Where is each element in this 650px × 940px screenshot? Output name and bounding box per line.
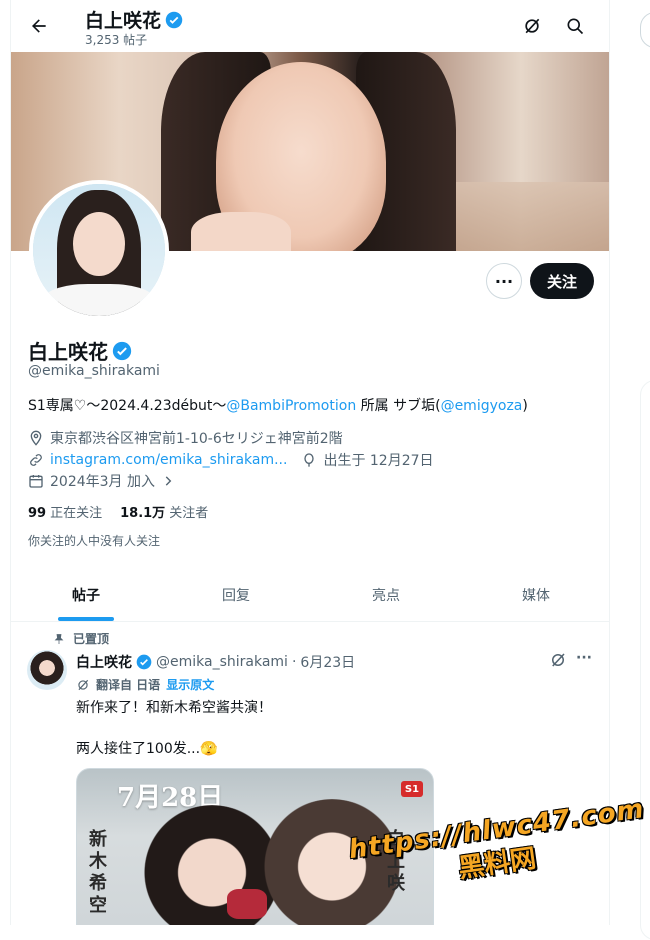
joined-row[interactable]: 2024年3月 加入 bbox=[28, 471, 175, 491]
tweet-text-line2: 两人接住了100发...🫣 bbox=[76, 741, 218, 757]
verified-badge-icon bbox=[136, 654, 152, 670]
tweet-author-handle[interactable]: @emika_shirakami bbox=[156, 654, 288, 670]
tweet-more-icon[interactable]: ··· bbox=[576, 650, 592, 666]
balloon-icon bbox=[304, 453, 315, 467]
more-options-button[interactable]: ··· bbox=[486, 263, 522, 299]
more-options-icon: ··· bbox=[494, 271, 514, 291]
profile-tabs: 帖子 回复 亮点 媒体 bbox=[11, 568, 609, 622]
tab-highlights[interactable]: 亮点 bbox=[311, 568, 461, 621]
grok-icon[interactable] bbox=[520, 14, 544, 38]
separator-dot: · bbox=[291, 654, 297, 670]
pinned-indicator: 已置顶 bbox=[53, 630, 109, 647]
back-arrow-icon[interactable] bbox=[25, 12, 53, 40]
header-name-text: 白上咲花 bbox=[85, 10, 162, 32]
birthday-text: 出生于 12月27日 bbox=[323, 453, 434, 469]
profile-name: 白上咲花 bbox=[28, 336, 132, 365]
tweet-date[interactable]: 6月23日 bbox=[300, 652, 355, 672]
search-icon[interactable] bbox=[563, 14, 587, 38]
location-text: 東京都渋谷区神宮前1-10-6セリジェ神宮前2階 bbox=[50, 431, 343, 447]
link-birthday-row: instagram.com/emika_shirakam... 出生于 12月2… bbox=[28, 450, 434, 470]
followers-count: 18.1万 bbox=[120, 506, 166, 521]
location-row: 東京都渋谷区神宮前1-10-6セリジェ神宮前2階 bbox=[28, 428, 343, 448]
follow-stats: 99 正在关注 18.1万 关注者 bbox=[28, 502, 208, 521]
translation-row: 翻译自 日语 显示原文 bbox=[76, 676, 214, 693]
bio-text: 所属 サブ垢( bbox=[356, 398, 441, 414]
profile-avatar[interactable] bbox=[29, 180, 169, 320]
tweet-text-line1: 新作来了！和新木希空酱共演！ bbox=[76, 700, 272, 716]
calendar-icon bbox=[29, 475, 43, 488]
bio-text: S1専属♡〜2024.4.23début〜 bbox=[28, 398, 227, 414]
profile-name-text: 白上咲花 bbox=[28, 340, 108, 364]
header-name: 白上咲花 bbox=[85, 6, 183, 33]
tab-posts[interactable]: 帖子 bbox=[11, 568, 161, 621]
tab-media[interactable]: 媒体 bbox=[461, 568, 609, 621]
profile-column: 白上咲花 3,253 帖子 ··· 关注 白上咲花 @emika_shiraka… bbox=[10, 0, 610, 925]
joined-text: 2024年3月 加入 bbox=[50, 474, 155, 490]
bio-mention-link[interactable]: @emigyoza bbox=[441, 398, 523, 414]
search-box-partial[interactable] bbox=[640, 12, 650, 48]
following-stat[interactable]: 99 正在关注 bbox=[28, 502, 102, 521]
media-left-name: 新木希空 bbox=[89, 829, 107, 916]
location-pin-icon bbox=[30, 430, 42, 446]
followers-stat[interactable]: 18.1万 关注者 bbox=[120, 502, 208, 521]
bio-text: ) bbox=[522, 398, 528, 414]
tab-replies[interactable]: 回复 bbox=[161, 568, 311, 621]
chevron-right-icon bbox=[165, 476, 172, 486]
media-logo: S1 bbox=[401, 781, 423, 797]
followers-label: 关注者 bbox=[169, 506, 209, 521]
tweet-avatar[interactable] bbox=[27, 650, 67, 690]
show-original-link[interactable]: 显示原文 bbox=[166, 676, 214, 693]
translate-icon bbox=[78, 679, 89, 690]
bio-mention-link[interactable]: @BambiPromotion bbox=[226, 398, 356, 414]
profile-bio: S1専属♡〜2024.4.23début〜@BambiPromotion 所属 … bbox=[28, 395, 528, 415]
pinned-label: 已置顶 bbox=[73, 632, 110, 646]
verified-badge-icon bbox=[112, 341, 132, 360]
follow-button[interactable]: 关注 bbox=[530, 263, 594, 299]
top-header: 白上咲花 3,253 帖子 bbox=[11, 0, 609, 52]
following-count: 99 bbox=[28, 506, 47, 521]
post-count: 3,253 帖子 bbox=[85, 33, 148, 47]
pin-icon bbox=[54, 633, 64, 644]
translated-from-label: 翻译自 日语 bbox=[96, 678, 161, 692]
tweet-header: 白上咲花 @emika_shirakami · 6月23日 bbox=[76, 652, 355, 672]
profile-handle: @emika_shirakami bbox=[28, 363, 160, 379]
verified-badge-icon bbox=[165, 11, 183, 28]
no-mutual-followers: 你关注的人中没有人关注 bbox=[28, 534, 161, 548]
tweet-author-name[interactable]: 白上咲花 bbox=[76, 652, 132, 672]
grok-icon[interactable] bbox=[549, 651, 567, 673]
following-label: 正在关注 bbox=[50, 506, 103, 521]
profile-link[interactable]: instagram.com/emika_shirakam... bbox=[50, 452, 287, 468]
link-icon bbox=[30, 454, 42, 466]
